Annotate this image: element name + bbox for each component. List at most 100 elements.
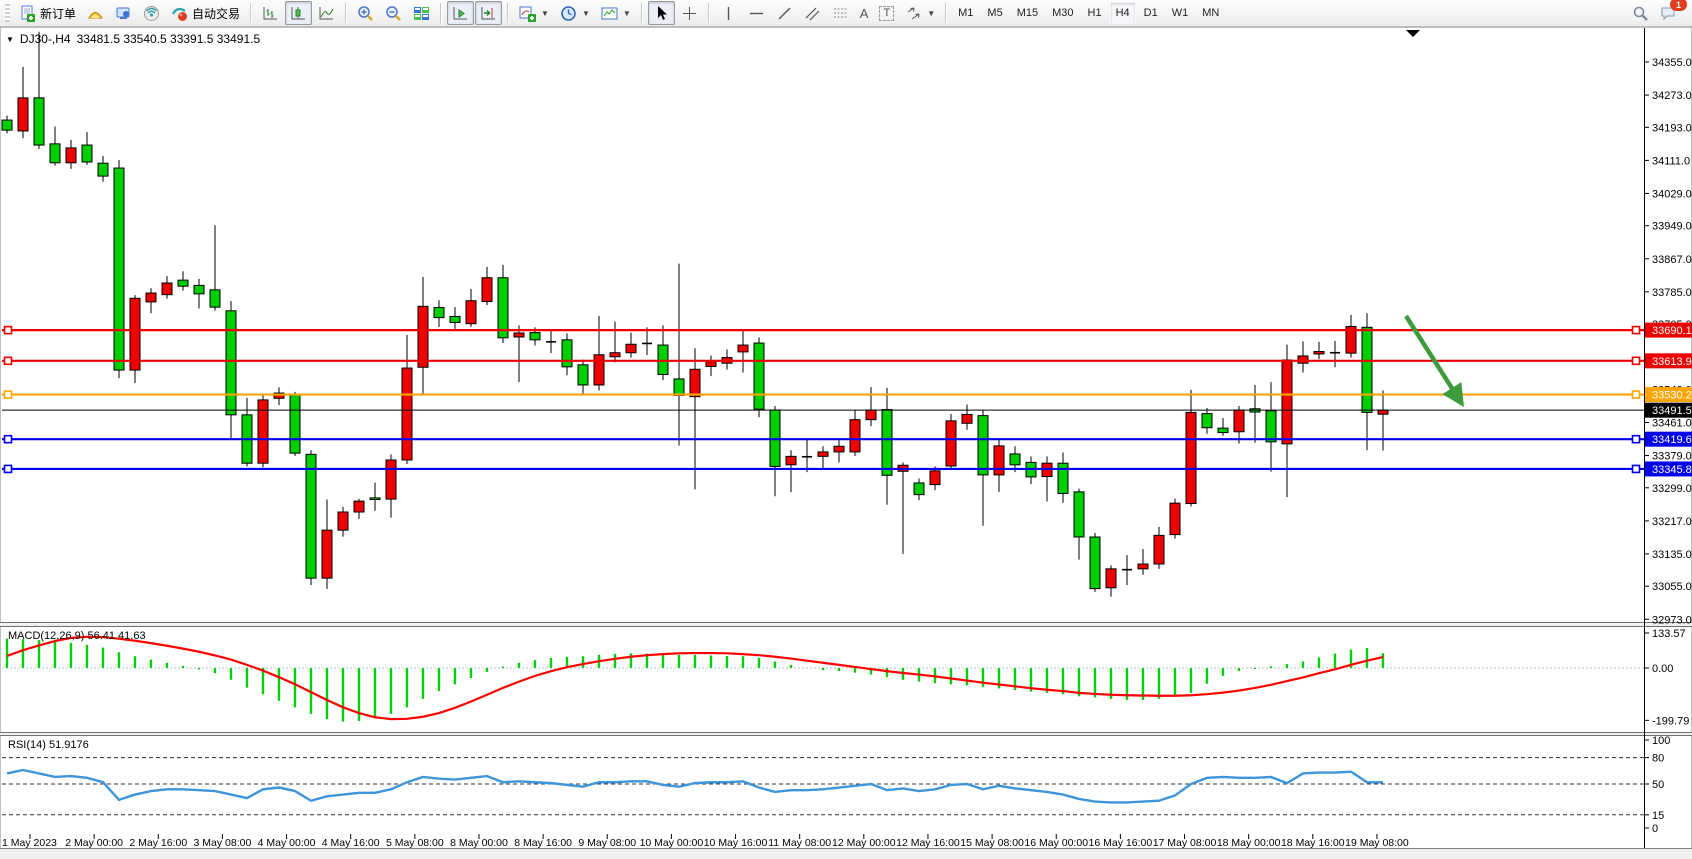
auto-scroll-button[interactable] xyxy=(447,1,474,25)
zoom-in-button[interactable] xyxy=(352,1,379,25)
toolbar-separator xyxy=(641,3,643,23)
template-icon xyxy=(601,5,618,22)
timeframe-button-H1[interactable]: H1 xyxy=(1082,2,1108,24)
zoom-out-button[interactable] xyxy=(380,1,407,25)
svg-text:4 May 16:00: 4 May 16:00 xyxy=(322,837,380,849)
macd-indicator-label: MACD(12,26,9) 56.41 41.63 xyxy=(8,630,146,642)
trendline-icon xyxy=(776,5,793,22)
bar-chart-button[interactable] xyxy=(257,1,284,25)
timeframe-button-MN[interactable]: MN xyxy=(1196,2,1225,24)
new-order-button[interactable]: 新订单 xyxy=(14,1,81,25)
timeframe-button-M30[interactable]: M30 xyxy=(1046,2,1079,24)
svg-text:4 May 00:00: 4 May 00:00 xyxy=(258,837,316,849)
svg-text:33867.0: 33867.0 xyxy=(1652,254,1692,266)
chart-header[interactable]: ▼ DJ30-,H4 33481.5 33540.5 33391.5 33491… xyxy=(6,32,260,46)
timeframe-button-M1[interactable]: M1 xyxy=(952,2,979,24)
dropdown-arrow-icon: ▼ xyxy=(927,9,935,18)
search-icon xyxy=(1632,5,1649,22)
new-order-label: 新订单 xyxy=(40,5,76,22)
periods-button[interactable]: ▼ xyxy=(555,1,595,25)
svg-text:80: 80 xyxy=(1652,753,1664,765)
toolbar-grip[interactable] xyxy=(5,4,10,22)
cursor-button[interactable] xyxy=(648,1,675,25)
svg-text:1 May 2023: 1 May 2023 xyxy=(2,837,57,849)
chart-shift-icon xyxy=(480,5,497,22)
timeframe-button-H4[interactable]: H4 xyxy=(1110,2,1136,24)
svg-text:34029.0: 34029.0 xyxy=(1652,188,1692,200)
auto-trading-button[interactable]: 自动交易 xyxy=(166,1,245,25)
toolbar-separator xyxy=(250,3,252,23)
timeframe-button-W1[interactable]: W1 xyxy=(1166,2,1195,24)
svg-text:33135.0: 33135.0 xyxy=(1652,549,1692,561)
fibonacci-button[interactable] xyxy=(827,1,854,25)
fibonacci-icon xyxy=(832,5,849,22)
chart-window[interactable]: 34355.034273.034193.034111.034029.033949… xyxy=(0,27,1692,859)
candlestick-chart-button[interactable] xyxy=(285,1,312,25)
svg-text:33345.8: 33345.8 xyxy=(1652,464,1692,476)
svg-text:33379.0: 33379.0 xyxy=(1652,451,1692,463)
dropdown-arrow-icon: ▼ xyxy=(541,9,549,18)
svg-text:12 May 00:00: 12 May 00:00 xyxy=(832,837,896,849)
indicators-button[interactable]: ▼ xyxy=(514,1,554,25)
notifications-button[interactable]: 1 xyxy=(1655,1,1682,25)
equidistant-channel-button[interactable] xyxy=(799,1,826,25)
candlestick-chart-icon xyxy=(290,5,307,22)
timeframe-button-M5[interactable]: M5 xyxy=(981,2,1008,24)
chart-shift-button[interactable] xyxy=(475,1,502,25)
main-toolbar: 新订单 xyxy=(0,0,1692,27)
svg-text:33613.9: 33613.9 xyxy=(1652,356,1692,368)
toolbar-separator xyxy=(708,3,710,23)
svg-text:15 May 08:00: 15 May 08:00 xyxy=(960,837,1024,849)
tile-windows-button[interactable] xyxy=(408,1,435,25)
timeframe-button-M15[interactable]: M15 xyxy=(1011,2,1044,24)
svg-text:-199.79: -199.79 xyxy=(1652,715,1689,727)
cursor-icon xyxy=(653,5,670,22)
svg-text:33055.0: 33055.0 xyxy=(1652,581,1692,593)
svg-text:50: 50 xyxy=(1652,779,1664,791)
svg-text:34355.0: 34355.0 xyxy=(1652,57,1692,69)
trendline-button[interactable] xyxy=(771,1,798,25)
text-label-button[interactable]: T xyxy=(874,1,899,25)
svg-text:2 May 16:00: 2 May 16:00 xyxy=(129,837,187,849)
horizontal-line-icon xyxy=(748,5,765,22)
svg-text:32973.0: 32973.0 xyxy=(1652,614,1692,626)
svg-text:33217.0: 33217.0 xyxy=(1652,516,1692,528)
templates-button[interactable]: ▼ xyxy=(596,1,636,25)
price-chart-canvas[interactable]: 34355.034273.034193.034111.034029.033949… xyxy=(0,27,1692,859)
svg-text:2 May 00:00: 2 May 00:00 xyxy=(65,837,123,849)
news-signal-button[interactable] xyxy=(138,1,165,25)
channel-icon xyxy=(804,5,821,22)
vertical-line-button[interactable] xyxy=(715,1,742,25)
auto-trading-label: 自动交易 xyxy=(192,5,240,22)
timeframe-button-D1[interactable]: D1 xyxy=(1138,2,1164,24)
dropdown-arrow-icon: ▼ xyxy=(623,9,631,18)
svg-text:11 May 08:00: 11 May 08:00 xyxy=(768,837,831,849)
text-label-icon: T xyxy=(879,6,894,21)
svg-text:33785.0: 33785.0 xyxy=(1652,287,1692,299)
dropdown-arrow-icon: ▼ xyxy=(582,9,590,18)
one-click-trading-arrow-icon[interactable]: ▼ xyxy=(6,35,14,44)
chart-ohlc-label: 33481.5 33540.5 33391.5 33491.5 xyxy=(77,32,261,46)
terminal-button[interactable] xyxy=(110,1,137,25)
svg-text:18 May 16:00: 18 May 16:00 xyxy=(1281,837,1345,849)
auto-trading-icon xyxy=(171,5,188,22)
svg-text:133.57: 133.57 xyxy=(1652,628,1686,640)
svg-text:19 May 08:00: 19 May 08:00 xyxy=(1345,837,1409,849)
arrows-tool-button[interactable]: ▼ xyxy=(900,1,940,25)
text-tool-button[interactable]: A xyxy=(855,1,874,25)
horizontal-line-button[interactable] xyxy=(743,1,770,25)
svg-text:3 May 08:00: 3 May 08:00 xyxy=(194,837,252,849)
crosshair-button[interactable] xyxy=(676,1,703,25)
market-watch-button[interactable] xyxy=(82,1,109,25)
toolbar-separator xyxy=(440,3,442,23)
zoom-in-icon xyxy=(357,5,374,22)
line-chart-button[interactable] xyxy=(313,1,340,25)
clock-icon xyxy=(560,5,577,22)
timeframe-group: M1M5M15M30H1H4D1W1MN xyxy=(952,2,1225,24)
svg-text:18 May 00:00: 18 May 00:00 xyxy=(1217,837,1281,849)
search-button[interactable] xyxy=(1627,1,1654,25)
notification-badge: 1 xyxy=(1670,0,1687,11)
vertical-line-icon xyxy=(720,5,737,22)
svg-text:12 May 16:00: 12 May 16:00 xyxy=(896,837,960,849)
crosshair-icon xyxy=(681,5,698,22)
